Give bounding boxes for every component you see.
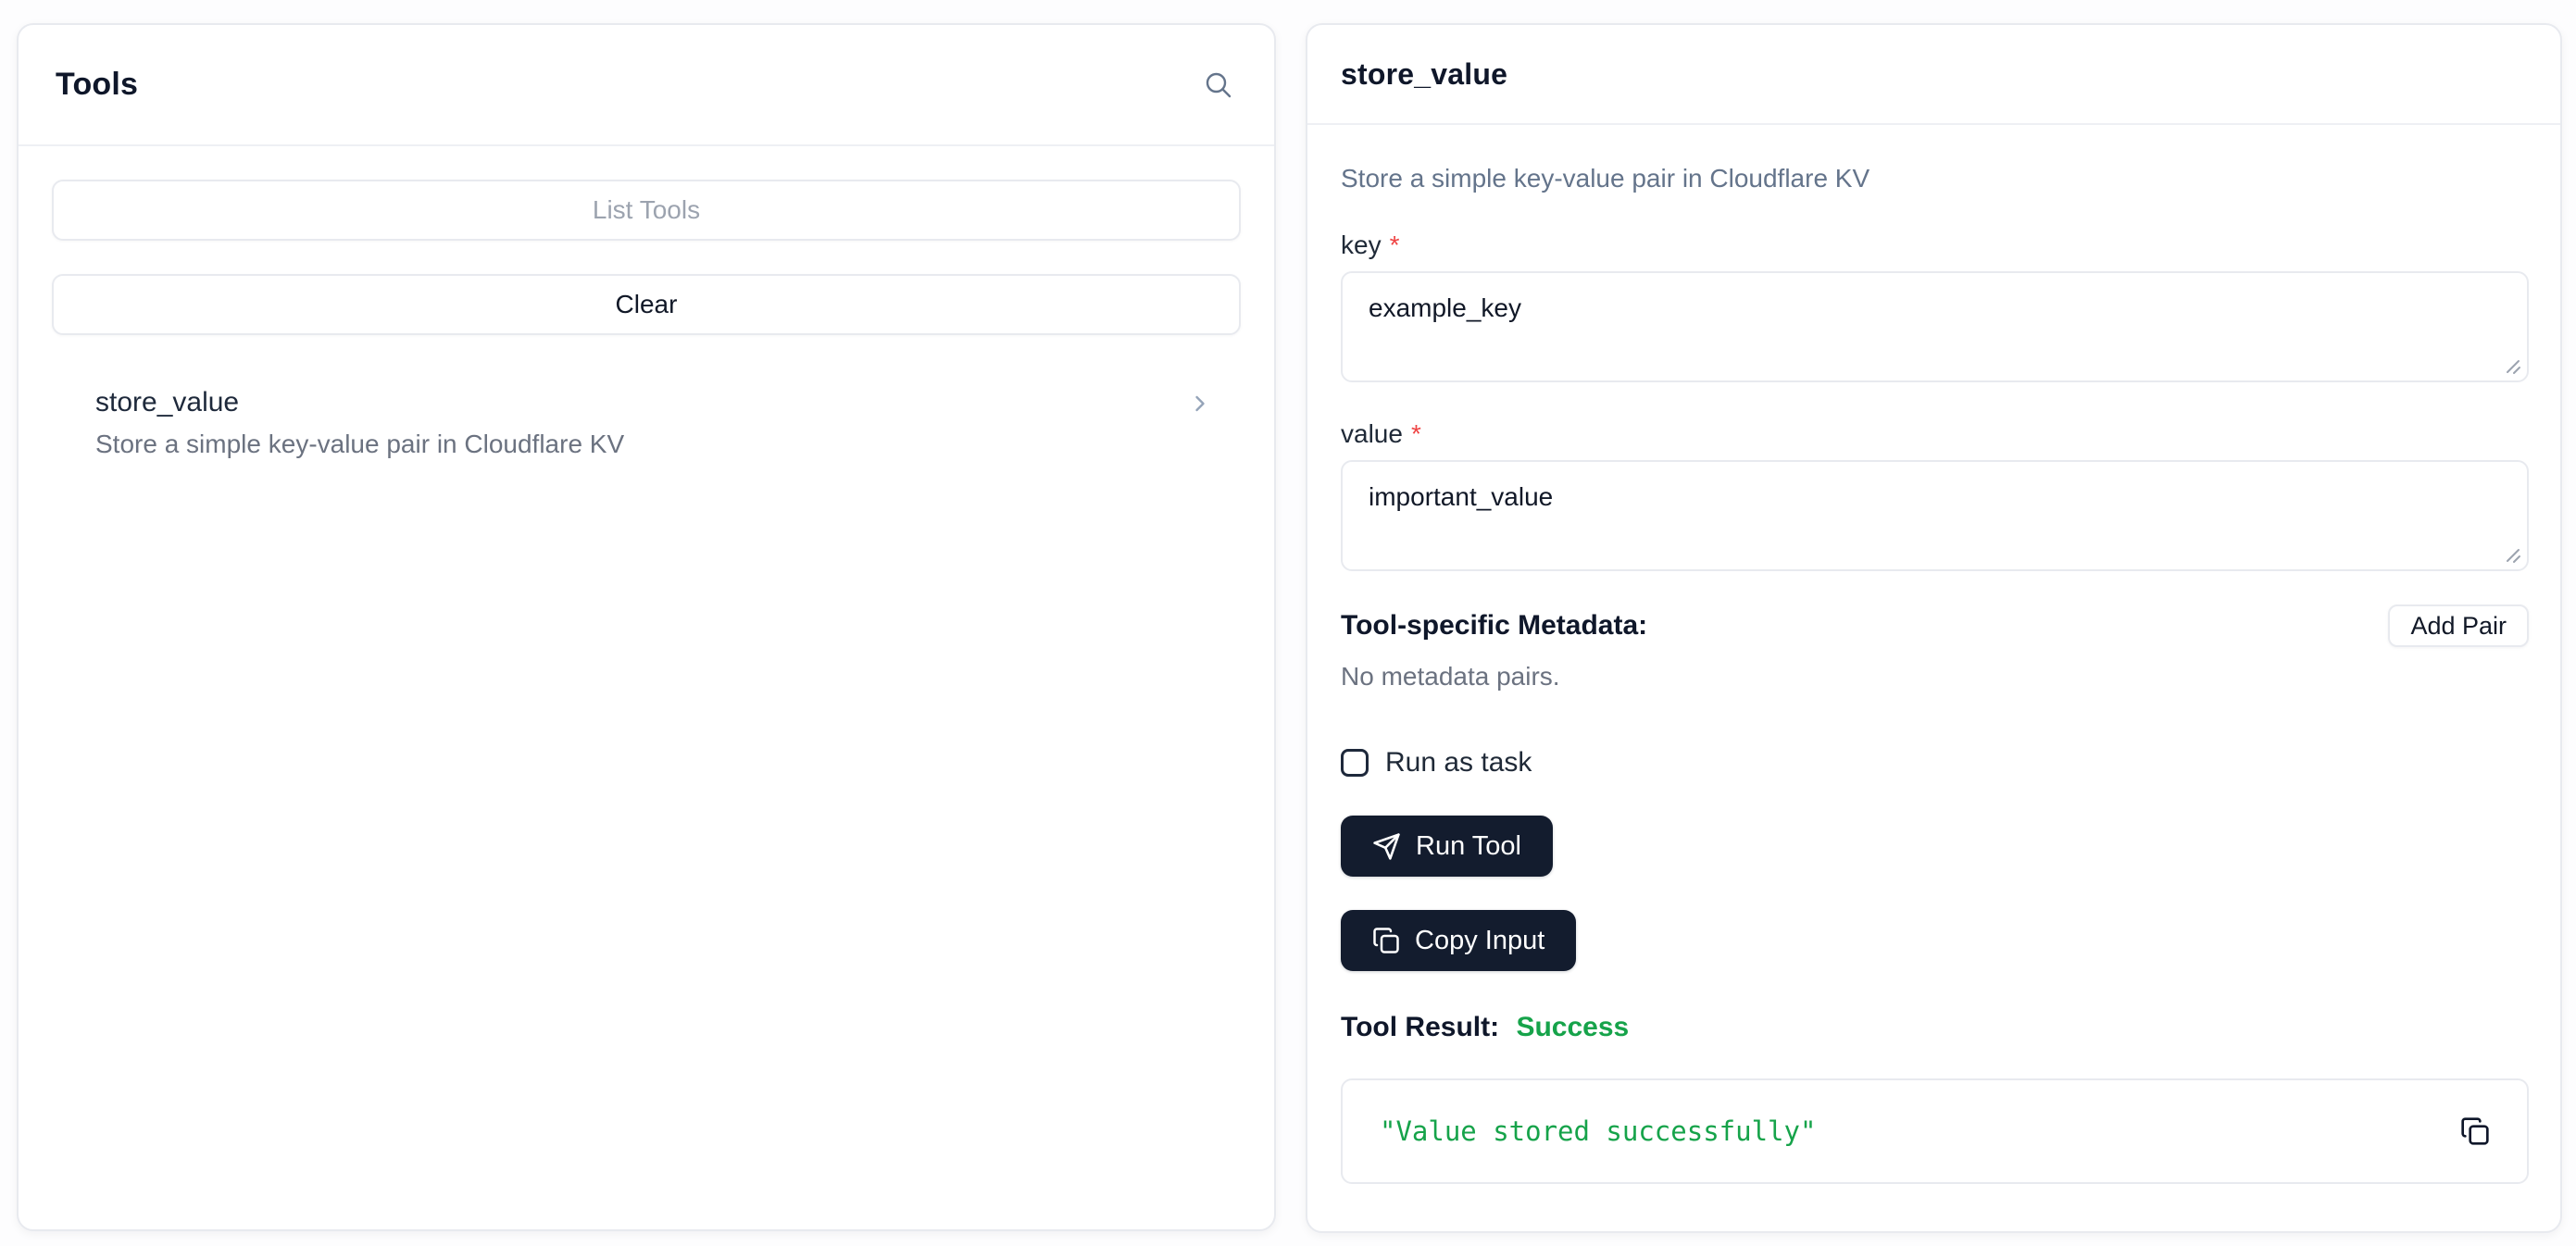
tool-description: Store a simple key-value pair in Cloudfl… [1341,164,1870,193]
key-field-wrap: example_key [1341,271,2529,382]
run-as-task-label: Run as task [1385,747,1532,778]
copy-icon [1372,927,1400,954]
run-tool-label: Run Tool [1416,830,1521,861]
copy-icon [2460,1116,2490,1146]
metadata-heading: Tool-specific Metadata: [1341,610,1648,641]
tools-panel-title: Tools [56,67,139,102]
metadata-empty-text: No metadata pairs. [1341,662,1560,691]
tool-result-box: "Value stored successfully" [1341,1078,2529,1184]
tool-result-heading: Tool Result: Success [1341,1012,2529,1043]
resize-grip-icon[interactable] [2502,355,2522,376]
tools-panel: Tools List Tools Clear store_value Store… [17,23,1276,1231]
copy-result-button[interactable] [2457,1113,2494,1150]
tool-list-item-description: Store a simple key-value pair in Cloudfl… [95,430,625,458]
run-as-task-checkbox[interactable] [1341,749,1369,777]
resize-grip-icon[interactable] [2502,544,2522,565]
key-field-label: key * [1341,231,2529,260]
tool-detail-content: Store a simple key-value pair in Cloudfl… [1307,164,2560,1184]
clear-button[interactable]: Clear [52,274,1241,335]
value-input[interactable]: important_value [1341,460,2529,571]
tool-list-item-text: store_value Store a simple key-value pai… [95,387,624,459]
key-input[interactable]: example_key [1341,271,2529,382]
tool-detail-title: store_value [1341,56,1508,91]
tools-panel-content: List Tools Clear store_value Store a sim… [19,180,1274,459]
key-label-text: key [1341,231,1382,259]
tool-detail-header: store_value [1307,25,2560,125]
value-field-label: value * [1341,419,2529,449]
run-as-task-row: Run as task [1341,747,2529,779]
copy-input-label: Copy Input [1415,925,1545,955]
tool-result-label: Tool Result: [1341,1012,1500,1042]
copy-input-button[interactable]: Copy Input [1341,910,1577,971]
run-tool-button[interactable]: Run Tool [1341,816,1553,877]
tool-list-item-name: store_value [95,387,240,417]
tool-result-status: Success [1516,1012,1630,1042]
tool-list-item[interactable]: store_value Store a simple key-value pai… [52,387,1241,459]
send-icon [1372,832,1401,861]
tool-result-output: "Value stored successfully" [1380,1115,1817,1147]
tool-detail-panel: store_value Store a simple key-value pai… [1306,23,2562,1233]
list-tools-button[interactable]: List Tools [52,180,1241,241]
value-required-marker: * [1410,419,1421,448]
metadata-row: Tool-specific Metadata: Add Pair [1341,604,2529,647]
key-required-marker: * [1389,231,1400,259]
search-icon[interactable] [1204,70,1233,100]
tools-panel-header: Tools [19,25,1274,146]
value-field-wrap: important_value [1341,460,2529,571]
value-label-text: value [1341,419,1403,448]
add-pair-button[interactable]: Add Pair [2388,604,2529,647]
chevron-right-icon [1187,391,1213,417]
